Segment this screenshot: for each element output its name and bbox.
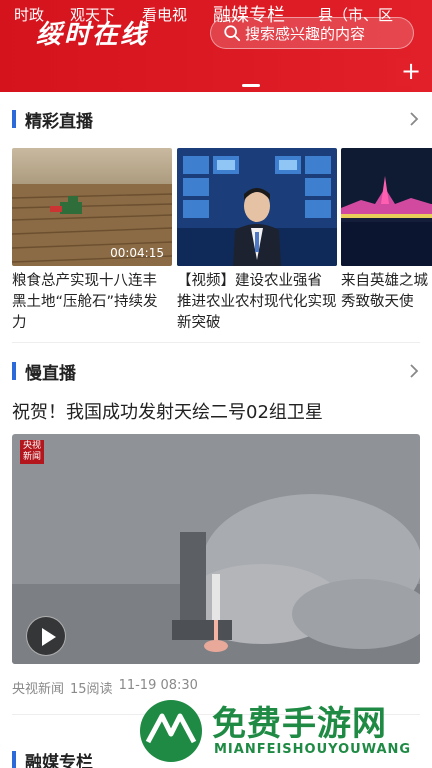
video-headline[interactable]: 祝贺！我国成功发射天绘二号02组卫星 <box>12 398 323 424</box>
add-channel-button[interactable]: + <box>396 58 426 86</box>
live-card[interactable]: 来自英雄之城 武汉灯光秀致敬天使 <box>341 148 432 334</box>
city-night-lightshow-image <box>341 148 432 266</box>
live-card[interactable]: 【视频】建设农业强省 推进农业农村现代化实现新突破 <box>177 148 337 334</box>
watermark-subtitle: MIANFEISHOUYOUWANG <box>214 742 412 757</box>
section-accent-bar <box>12 751 16 768</box>
card-title: 粮食总产实现十八连丰 黑土地“压舱石”持续发力 <box>12 273 158 331</box>
section-title: 融媒专栏 <box>25 752 93 768</box>
card-thumbnail <box>177 148 337 266</box>
section-divider <box>12 342 420 343</box>
card-title: 来自英雄之城 武汉灯光秀致敬天使 <box>341 273 432 310</box>
section-header-slow-live[interactable]: 慢直播 <box>12 359 420 384</box>
tab-rongmei[interactable]: 融媒专栏 <box>213 1 285 27</box>
video-duration: 00:04:15 <box>110 246 164 260</box>
watermark-logo-icon <box>140 700 202 762</box>
watermark: 免费手游网 MIANFEISHOUYOUWANG <box>138 694 428 768</box>
card-thumbnail: 00:04:15 <box>12 148 172 266</box>
video-reads: 15阅读 <box>70 682 113 697</box>
section-accent-bar <box>12 110 16 128</box>
active-tab-indicator <box>242 84 260 87</box>
news-anchor-image <box>177 148 337 266</box>
card-title: 【视频】建设农业强省 推进农业农村现代化实现新突破 <box>177 273 337 331</box>
section-title: 慢直播 <box>25 363 76 384</box>
card-thumbnail <box>341 148 432 266</box>
section-accent-bar <box>12 362 16 380</box>
section-header-live[interactable]: 精彩直播 <box>12 107 420 132</box>
chevron-right-icon[interactable] <box>408 109 420 129</box>
section-title: 精彩直播 <box>25 111 93 132</box>
play-button[interactable] <box>26 616 66 656</box>
tab-guantianxia[interactable]: 观天下 <box>70 4 115 25</box>
chevron-right-icon[interactable] <box>408 361 420 381</box>
app-screen: 绥时在线 搜索感兴趣的内容 时政 观天下 看电视 融媒专栏 县（市、区 + 精彩… <box>0 0 432 768</box>
tab-county[interactable]: 县（市、区 <box>318 4 393 25</box>
tab-kandianshi[interactable]: 看电视 <box>142 4 187 25</box>
live-card[interactable]: 00:04:15 粮食总产实现十八连丰 黑土地“压舱石”持续发力 <box>12 148 172 334</box>
rocket-launch-image <box>12 434 420 664</box>
play-icon <box>42 628 56 646</box>
video-source: 央视新闻 <box>12 682 65 697</box>
tab-shizheng[interactable]: 时政 <box>14 4 44 25</box>
watermark-title: 免费手游网 <box>212 704 387 744</box>
channel-badge: 央视新闻 <box>20 440 44 464</box>
video-player[interactable]: 央视新闻 <box>12 434 420 664</box>
top-header: 绥时在线 搜索感兴趣的内容 时政 观天下 看电视 融媒专栏 县（市、区 + <box>0 0 432 92</box>
